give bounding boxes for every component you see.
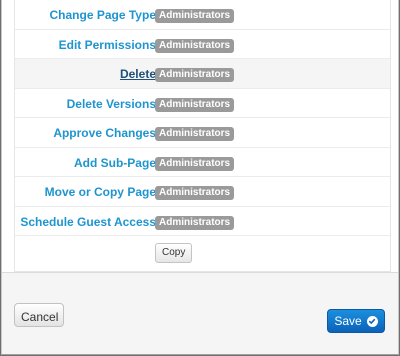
access-badge: Administrators: [155, 9, 235, 23]
access-badge: Administrators: [155, 68, 235, 82]
access-badge: Administrators: [155, 97, 235, 112]
save-button[interactable]: Save: [327, 309, 385, 333]
permission-row-approve-changes: Approve Changes Administrators: [15, 118, 390, 148]
save-button-label: Save: [334, 314, 362, 328]
access-badge: Administrators: [155, 127, 235, 141]
access-badge: Administrators: [155, 186, 235, 200]
permissions-dialog: Change Page Type Administrators Edit Per…: [1, 0, 399, 355]
access-badge: Administrators: [155, 215, 235, 230]
copy-row: Copy: [15, 236, 390, 271]
permission-row-edit-permissions: Edit Permissions Administrators: [15, 30, 390, 61]
access-badge: Administrators: [155, 156, 235, 171]
check-circle-icon: [366, 315, 378, 327]
permission-row-schedule-guest-access: Schedule Guest Access Administrators: [15, 207, 390, 238]
permission-row-delete-versions: Delete Versions Administrators: [15, 89, 390, 120]
permission-row-move-or-copy-page: Move or Copy Page Administrators: [15, 177, 390, 207]
permission-label[interactable]: Change Page Type: [50, 0, 156, 31]
permission-label[interactable]: Add Sub-Page: [74, 148, 156, 179]
permissions-table: Change Page Type Administrators Edit Per…: [14, 0, 391, 272]
permission-label[interactable]: Delete: [120, 59, 156, 90]
permission-row-delete: Delete Administrators: [15, 59, 390, 89]
permission-row-change-page-type: Change Page Type Administrators: [15, 0, 390, 30]
dialog-body: Change Page Type Administrators Edit Per…: [2, 0, 398, 272]
permission-label[interactable]: Approve Changes: [53, 118, 156, 149]
permission-label[interactable]: Delete Versions: [67, 89, 156, 120]
permission-label[interactable]: Move or Copy Page: [45, 177, 156, 208]
access-badge: Administrators: [155, 38, 235, 53]
cancel-button[interactable]: Cancel: [14, 303, 64, 327]
copy-button[interactable]: Copy: [155, 243, 193, 263]
permission-label[interactable]: Edit Permissions: [59, 30, 156, 61]
permission-label[interactable]: Schedule Guest Access: [20, 207, 156, 238]
permission-row-add-sub-page: Add Sub-Page Administrators: [15, 148, 390, 179]
dialog-footer: Cancel Save: [2, 272, 398, 354]
